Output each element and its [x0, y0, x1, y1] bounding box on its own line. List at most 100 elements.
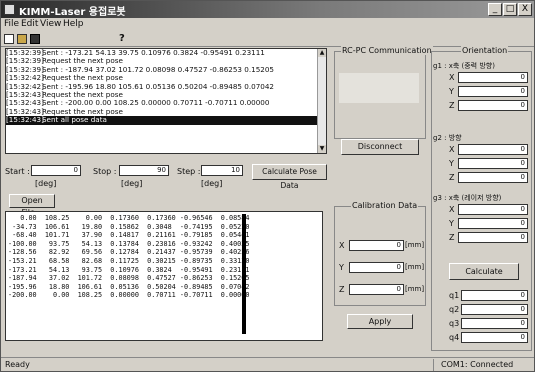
log-line[interactable]: [15:32:43]Request the next pose: [6, 108, 326, 116]
calibration-unit: [mm]: [405, 285, 425, 293]
log-text: Request the next pose: [42, 74, 123, 83]
log-text: Request the next pose: [42, 57, 123, 66]
scroll-down-icon[interactable]: ▼: [318, 145, 326, 153]
orientation-g3-x-label: X: [449, 205, 455, 214]
log-line[interactable]: [15:32:39]Request the next pose: [6, 57, 326, 65]
open-folder-icon[interactable]: [17, 34, 27, 44]
calculate-pose-data-button[interactable]: Calculate Pose Data: [252, 164, 327, 190]
calibration-x-label: X: [339, 241, 345, 250]
table-row[interactable]: 0.00 108.25 0.00 0.17360 0.17360 -0.9654…: [6, 214, 322, 223]
log-lines: [15:32:39]Sent : -173.21 54.13 39.75 0.1…: [6, 49, 326, 125]
quaternion-q4-label: q4: [449, 333, 460, 342]
menu-file[interactable]: File: [4, 19, 19, 29]
quaternion-q2-value: 0: [461, 304, 528, 315]
open-file-button[interactable]: Open File...: [9, 194, 55, 217]
close-button[interactable]: X: [518, 3, 532, 16]
application-window: KIMM-Laser 용접로봇 _ □ X File Edit View Hel…: [0, 0, 535, 372]
stop-input[interactable]: 90: [119, 165, 169, 176]
log-text: Sent : -195.96 18.80 105.61 0.05136 0.50…: [42, 82, 275, 91]
log-line[interactable]: [15:32:43]Request the next pose: [6, 91, 326, 99]
calculate-orientation-button[interactable]: Calculate: [449, 263, 519, 280]
orientation-g1-z-input[interactable]: 0: [458, 100, 528, 111]
minimize-button[interactable]: _: [488, 3, 502, 16]
table-row[interactable]: -187.94 37.02 101.72 0.08098 0.47527 -0.…: [6, 274, 322, 283]
log-text: Request the next pose: [42, 107, 123, 116]
quaternion-q2-label: q2: [449, 305, 460, 314]
step-unit: [deg]: [201, 179, 223, 188]
calibration-group-label: Calibration Data: [351, 201, 419, 210]
orientation-g3-x-input[interactable]: 0: [458, 204, 528, 215]
orientation-g1-x-input[interactable]: 0: [458, 72, 528, 83]
toolbar: ?: [1, 32, 534, 47]
table-row[interactable]: -128.56 82.92 69.56 0.12784 0.21437 -0.9…: [6, 248, 322, 257]
scroll-up-icon[interactable]: ▲: [318, 49, 326, 57]
orientation-g2-x-input[interactable]: 0: [458, 144, 528, 155]
log-line[interactable]: [15:32:39]Sent : -173.21 54.13 39.75 0.1…: [6, 49, 326, 57]
maximize-button[interactable]: □: [503, 3, 517, 16]
table-row[interactable]: -100.00 93.75 54.13 0.13784 0.23816 -0.9…: [6, 240, 322, 249]
menu-edit[interactable]: Edit: [21, 19, 38, 29]
apply-button[interactable]: Apply: [347, 314, 413, 329]
table-row[interactable]: -200.00 0.00 108.25 0.00000 0.70711 -0.7…: [6, 291, 322, 300]
orientation-g1-y-input[interactable]: 0: [458, 86, 528, 97]
status-bar: Ready COM1: Connected: [1, 357, 534, 371]
calibration-unit: [mm]: [405, 241, 425, 249]
orientation-g1-x-label: X: [449, 73, 455, 82]
disconnect-button[interactable]: Disconnect: [341, 139, 419, 155]
calibration-z-label: Z: [339, 285, 345, 294]
orientation-g1-title: g1 : x축 (중력 방향): [433, 62, 495, 70]
orientation-g2-title: g2 : 방향: [433, 134, 462, 142]
new-file-icon[interactable]: [4, 34, 14, 44]
step-input[interactable]: 10: [201, 165, 243, 176]
pose-rows: 0.00 108.25 0.00 0.17360 0.17360 -0.9654…: [6, 212, 322, 300]
log-timestamp: [15:32:42]: [6, 74, 44, 83]
start-input[interactable]: 0: [31, 165, 81, 176]
log-timestamp: [15:32:43]: [6, 99, 44, 108]
menu-help[interactable]: Help: [63, 19, 84, 29]
table-row[interactable]: -195.96 18.80 106.61 0.05136 0.50204 -0.…: [6, 283, 322, 292]
quaternion-q1-value: 0: [461, 290, 528, 301]
log-timestamp: [15:32:43]: [6, 107, 44, 116]
log-timestamp: [15:32:39]: [6, 65, 44, 74]
calibration-z-input[interactable]: 0: [349, 284, 404, 295]
message-log[interactable]: [15:32:39]Sent : -173.21 54.13 39.75 0.1…: [5, 48, 327, 154]
menu-view[interactable]: View: [40, 19, 61, 29]
table-row[interactable]: -68.40 101.71 37.90 0.14817 0.21161 -0.7…: [6, 231, 322, 240]
log-line[interactable]: [15:32:42]Request the next pose: [6, 74, 326, 82]
orientation-g2-y-label: Y: [449, 159, 454, 168]
start-unit: [deg]: [35, 179, 57, 188]
log-line[interactable]: [15:32:42]Sent : -195.96 18.80 105.61 0.…: [6, 83, 326, 91]
log-timestamp: [15:32:39]: [6, 49, 44, 57]
table-row[interactable]: -173.21 54.13 93.75 0.10976 0.3824 -0.95…: [6, 266, 322, 275]
table-row[interactable]: -34.73 106.61 19.80 0.15862 0.3048 -0.74…: [6, 223, 322, 232]
log-line[interactable]: [15:32:39]Sent : -187.94 37.02 101.72 0.…: [6, 66, 326, 74]
window-title: KIMM-Laser 용접로봇: [19, 7, 126, 18]
calibration-y-input[interactable]: 0: [349, 262, 404, 273]
calibration-x-input[interactable]: 0: [349, 240, 404, 251]
menu-bar: File Edit View Help: [1, 18, 534, 32]
stop-unit: [deg]: [121, 179, 143, 188]
communication-group-label: RC-PC Communication: [341, 46, 433, 55]
save-icon[interactable]: [30, 34, 40, 44]
orientation-g1-y-label: Y: [449, 87, 454, 96]
help-icon[interactable]: ?: [119, 34, 129, 44]
pose-data-table[interactable]: 0.00 108.25 0.00 0.17360 0.17360 -0.9654…: [5, 211, 323, 341]
orientation-g3-y-input[interactable]: 0: [458, 218, 528, 229]
log-text: Sent : -200.00 0.00 108.25 0.00000 0.707…: [42, 99, 270, 108]
selection-highlight: [242, 214, 246, 334]
log-line[interactable]: [15:32:43]Sent : -200.00 0.00 108.25 0.0…: [6, 99, 326, 107]
orientation-g2-z-input[interactable]: 0: [458, 172, 528, 183]
orientation-g2-y-input[interactable]: 0: [458, 158, 528, 169]
title-bar[interactable]: KIMM-Laser 용접로봇 _ □ X: [1, 1, 534, 18]
connection-status: COM1: Connected: [441, 360, 514, 369]
log-scrollbar[interactable]: ▲ ▼: [317, 49, 326, 153]
log-line[interactable]: [15:32:43]Sent all pose data: [6, 116, 326, 125]
orientation-g3-z-input[interactable]: 0: [458, 232, 528, 243]
quaternion-q4-value: 0: [461, 332, 528, 343]
orientation-g2-x-label: X: [449, 145, 455, 154]
step-label: Step :: [177, 167, 201, 176]
orientation-g3-y-label: Y: [449, 219, 454, 228]
stop-label: Stop :: [93, 167, 117, 176]
orientation-g3-title: g3 : x축 (레이저 방향): [433, 194, 502, 202]
table-row[interactable]: -153.21 68.58 82.68 0.11725 0.30215 -0.8…: [6, 257, 322, 266]
